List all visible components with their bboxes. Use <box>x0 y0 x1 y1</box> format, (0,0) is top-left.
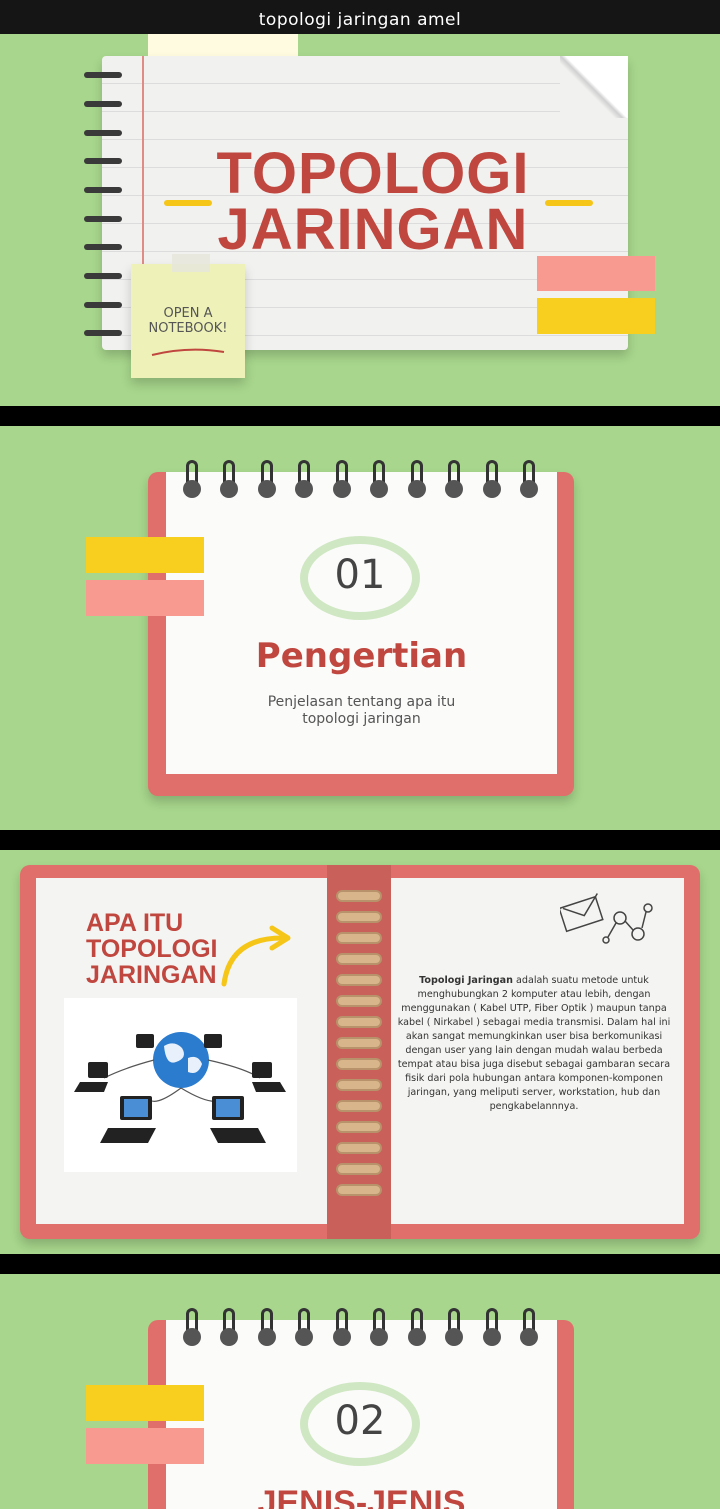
underline-squiggle-icon <box>151 348 225 356</box>
title-line-1: TOPOLOGI <box>216 141 530 206</box>
tape <box>172 254 210 272</box>
title-dash-right <box>545 200 593 206</box>
yellow-tab <box>86 537 204 573</box>
curved-arrow-icon <box>221 925 291 987</box>
page-curl <box>560 56 628 118</box>
heading-line-1: APA ITU <box>86 909 184 937</box>
spiral-binding <box>84 64 124 344</box>
heading-line-3: JARINGAN <box>86 961 217 989</box>
section-heading: Pengertian <box>255 636 468 676</box>
yellow-tab <box>86 1385 204 1421</box>
sticky-note: OPEN A NOTEBOOK! <box>131 264 245 378</box>
definition-paragraph: Topologi Jaringan adalah suatu metode un… <box>396 974 672 1114</box>
slide-3-apa-itu[interactable]: APA ITU TOPOLOGI JARINGAN Topologi Jarin… <box>0 850 720 1254</box>
network-globe-laptops-image <box>64 998 297 1172</box>
heading-line-2: TOPOLOGI <box>86 935 218 963</box>
section-subtitle: Penjelasan tentang apa itu topologi jari… <box>166 694 557 728</box>
title-dash-left <box>164 200 212 206</box>
subtitle-line-2: topologi jaringan <box>302 711 421 727</box>
slide-title: TOPOLOGI JARINGAN <box>150 141 596 262</box>
definition-bold-term: Topologi Jaringan <box>419 975 513 986</box>
section-number: 02 <box>334 1398 386 1444</box>
section-number: 01 <box>334 552 386 598</box>
sticky-line-2: NOTEBOOK! <box>148 321 228 336</box>
slide-2-pengertian[interactable]: 01 Pengertian Penjelasan tentang apa itu… <box>0 426 720 830</box>
pink-tab <box>86 1428 204 1464</box>
coil-binding <box>336 890 386 1210</box>
left-heading: APA ITU TOPOLOGI JARINGAN <box>86 910 218 988</box>
sticky-line-1: OPEN A <box>163 306 213 321</box>
paper-clip-note <box>148 34 298 56</box>
slide-4-jenis[interactable]: 02 JENIS-JENIS <box>0 1274 720 1509</box>
pink-tab <box>537 256 655 291</box>
binding-holes <box>183 1328 553 1348</box>
pink-tab <box>86 580 204 616</box>
slide-1-title[interactable]: TOPOLOGI JARINGAN OPEN A NOTEBOOK! <box>0 34 720 406</box>
title-line-2: JARINGAN <box>217 197 529 262</box>
binding-holes <box>183 480 553 500</box>
subtitle-line-1: Penjelasan tentang apa itu <box>267 694 456 710</box>
definition-text: adalah suatu metode untuk menghubungkan … <box>397 975 671 1112</box>
envelope-network-icon <box>560 893 653 944</box>
window-title: topologi jaringan amel <box>0 0 720 34</box>
section-heading: JENIS-JENIS <box>257 1484 466 1509</box>
yellow-tab <box>537 298 655 334</box>
notebook-page <box>166 472 557 774</box>
